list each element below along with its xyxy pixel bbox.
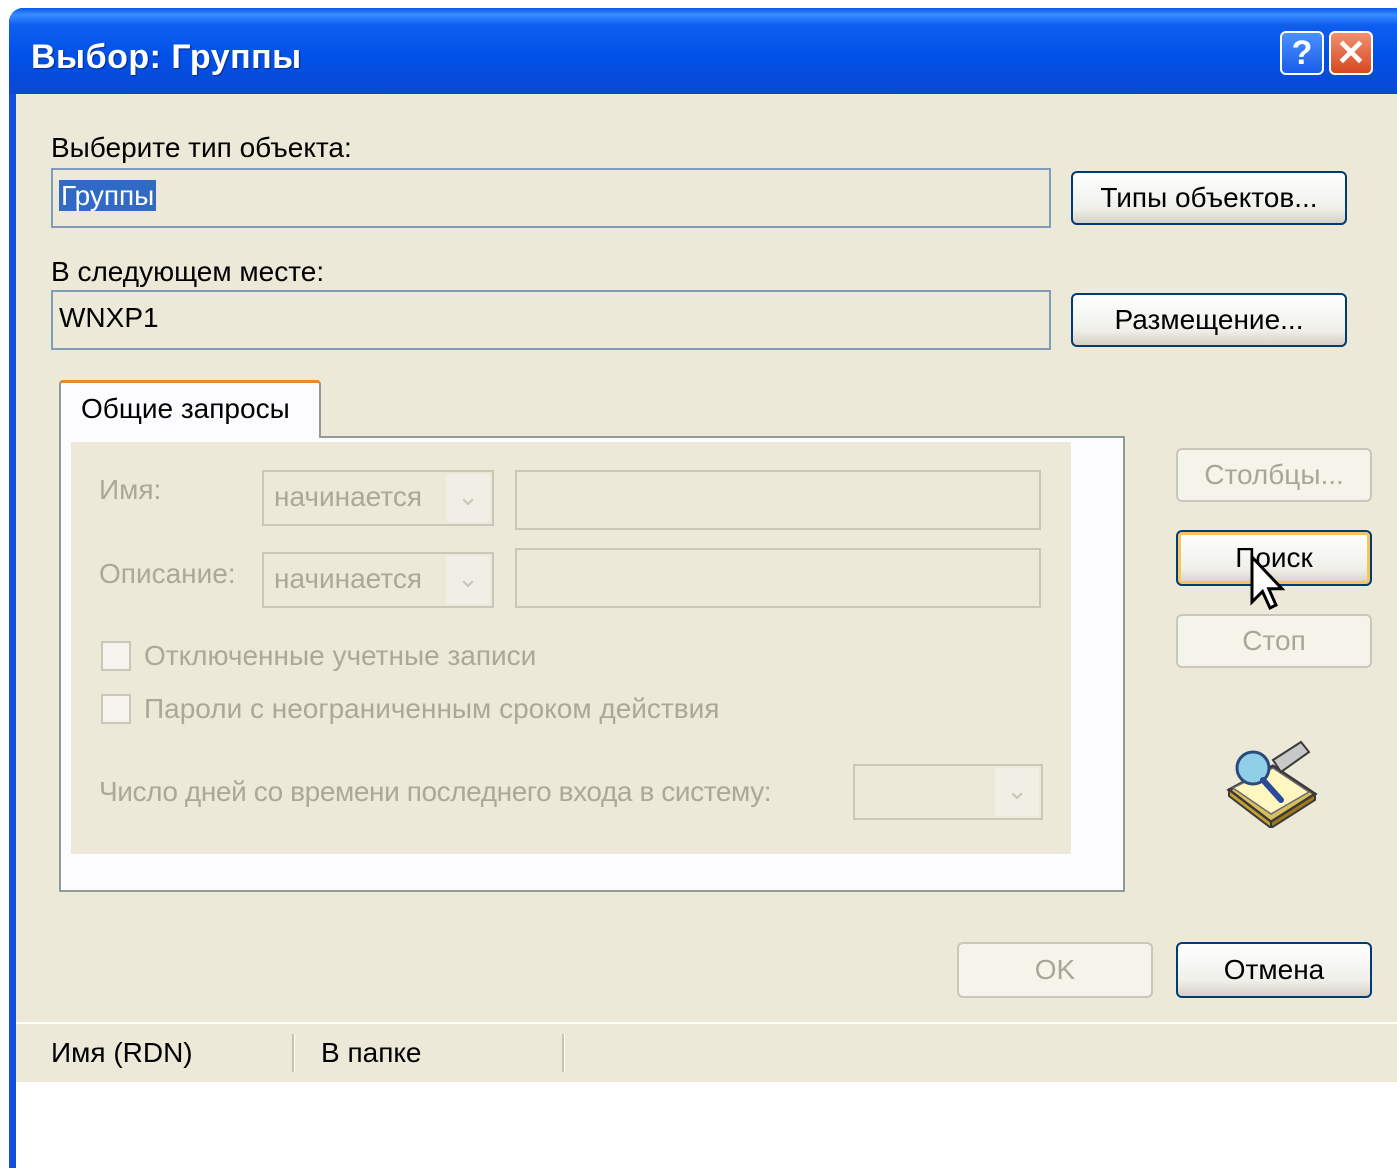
dialog-window: Выбор: Группы ? ✕ Выберите тип объекта: …: [9, 8, 1397, 1168]
stop-button[interactable]: Стоп: [1176, 614, 1372, 668]
nonexpiring-passwords-label: Пароли с неограниченным сроком действия: [144, 693, 720, 724]
description-label: Описание:: [99, 558, 236, 589]
title-bar[interactable]: Выбор: Группы ? ✕: [9, 8, 1397, 94]
chevron-down-icon: ⌄: [995, 768, 1039, 816]
column-divider[interactable]: [292, 1034, 295, 1072]
results-header: Имя (RDN) В папке: [16, 1022, 1397, 1084]
nonexpiring-passwords-checkbox[interactable]: [101, 694, 131, 724]
columns-button[interactable]: Столбцы...: [1176, 448, 1372, 502]
disabled-accounts-label: Отключенные учетные записи: [144, 640, 537, 671]
chevron-down-icon: ⌄: [446, 556, 490, 604]
disabled-accounts-checkbox[interactable]: [101, 641, 131, 671]
results-list[interactable]: [16, 1082, 1397, 1168]
query-area: Имя: начинается ⌄ Описание: начинается ⌄…: [71, 442, 1071, 854]
description-operator-value: начинается: [274, 563, 422, 594]
column-header-folder[interactable]: В папке: [321, 1024, 422, 1082]
help-button[interactable]: ?: [1280, 31, 1324, 75]
description-operator-select[interactable]: начинается ⌄: [262, 552, 494, 608]
search-query-icon: [1226, 740, 1318, 828]
chevron-down-icon: ⌄: [446, 474, 490, 522]
days-since-logon-select[interactable]: ⌄: [853, 764, 1043, 820]
description-input[interactable]: [515, 548, 1041, 608]
locations-button[interactable]: Размещение...: [1071, 293, 1347, 347]
name-input[interactable]: [515, 470, 1041, 530]
location-label: В следующем месте:: [51, 256, 325, 287]
name-label: Имя:: [99, 474, 162, 505]
common-queries-panel: Имя: начинается ⌄ Описание: начинается ⌄…: [59, 436, 1125, 892]
ok-button[interactable]: OK: [957, 942, 1153, 998]
column-divider[interactable]: [562, 1034, 565, 1072]
object-types-button[interactable]: Типы объектов...: [1071, 171, 1347, 225]
tab-common-queries[interactable]: Общие запросы: [59, 380, 321, 438]
mouse-cursor-icon: [1250, 553, 1285, 611]
column-header-name[interactable]: Имя (RDN): [51, 1024, 193, 1082]
name-operator-select[interactable]: начинается ⌄: [262, 470, 494, 526]
cancel-button[interactable]: Отмена: [1176, 942, 1372, 998]
object-type-field[interactable]: Группы: [51, 168, 1051, 228]
location-field[interactable]: WNXP1: [51, 290, 1051, 350]
name-operator-value: начинается: [274, 481, 422, 512]
dialog-body: Выберите тип объекта: Группы Типы объект…: [16, 94, 1397, 1168]
close-button[interactable]: ✕: [1329, 31, 1373, 75]
window-title: Выбор: Группы: [31, 38, 302, 76]
object-type-value: Группы: [59, 180, 157, 211]
object-type-label: Выберите тип объекта:: [51, 132, 352, 163]
days-since-logon-label: Число дней со времени последнего входа в…: [99, 776, 772, 807]
